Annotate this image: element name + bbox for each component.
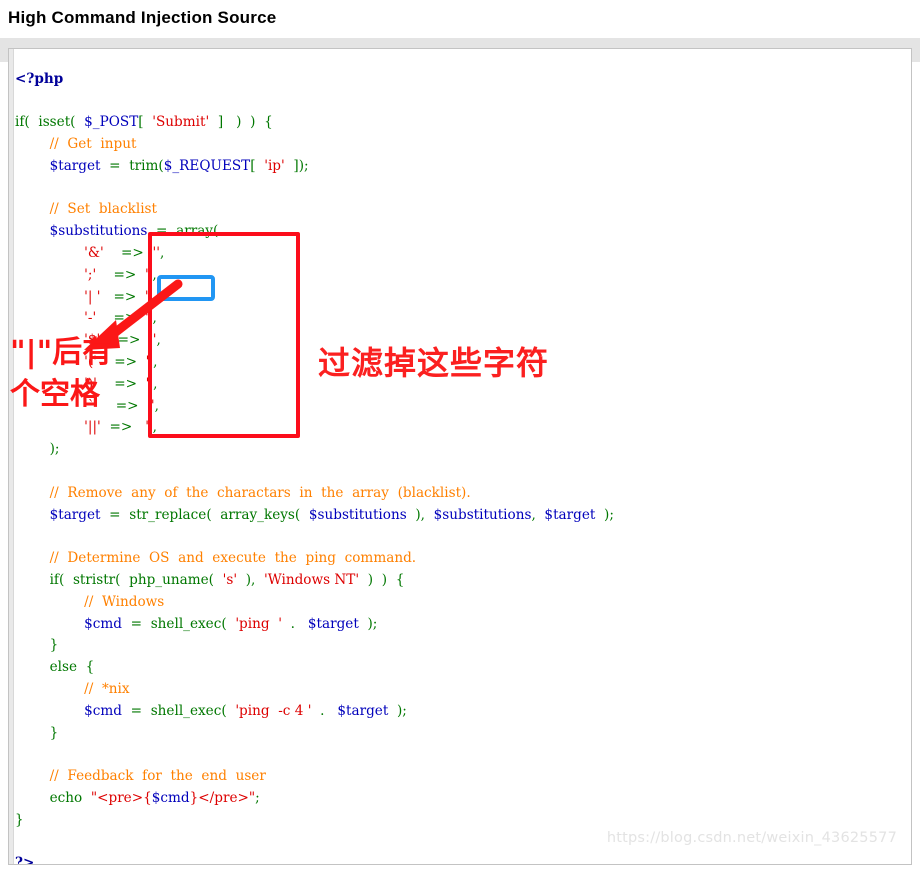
annotation-note-right: 过滤掉这些字符 [318, 344, 550, 382]
page-title: High Command Injection Source [8, 8, 277, 27]
annotation-note-left-line2: 个空格 [10, 377, 100, 412]
php-source-code: <?php if( isset( $_POST[ 'Submit' ] ) ) … [15, 70, 614, 865]
annotation-note-left-line1: "|"后有 [10, 335, 113, 370]
source-code-panel: <?php if( isset( $_POST[ 'Submit' ] ) ) … [8, 48, 912, 865]
annotation-note-left: "|"后有 个空格 [10, 332, 150, 416]
watermark-text: https://blog.csdn.net/weixin_43625577 [606, 830, 897, 846]
